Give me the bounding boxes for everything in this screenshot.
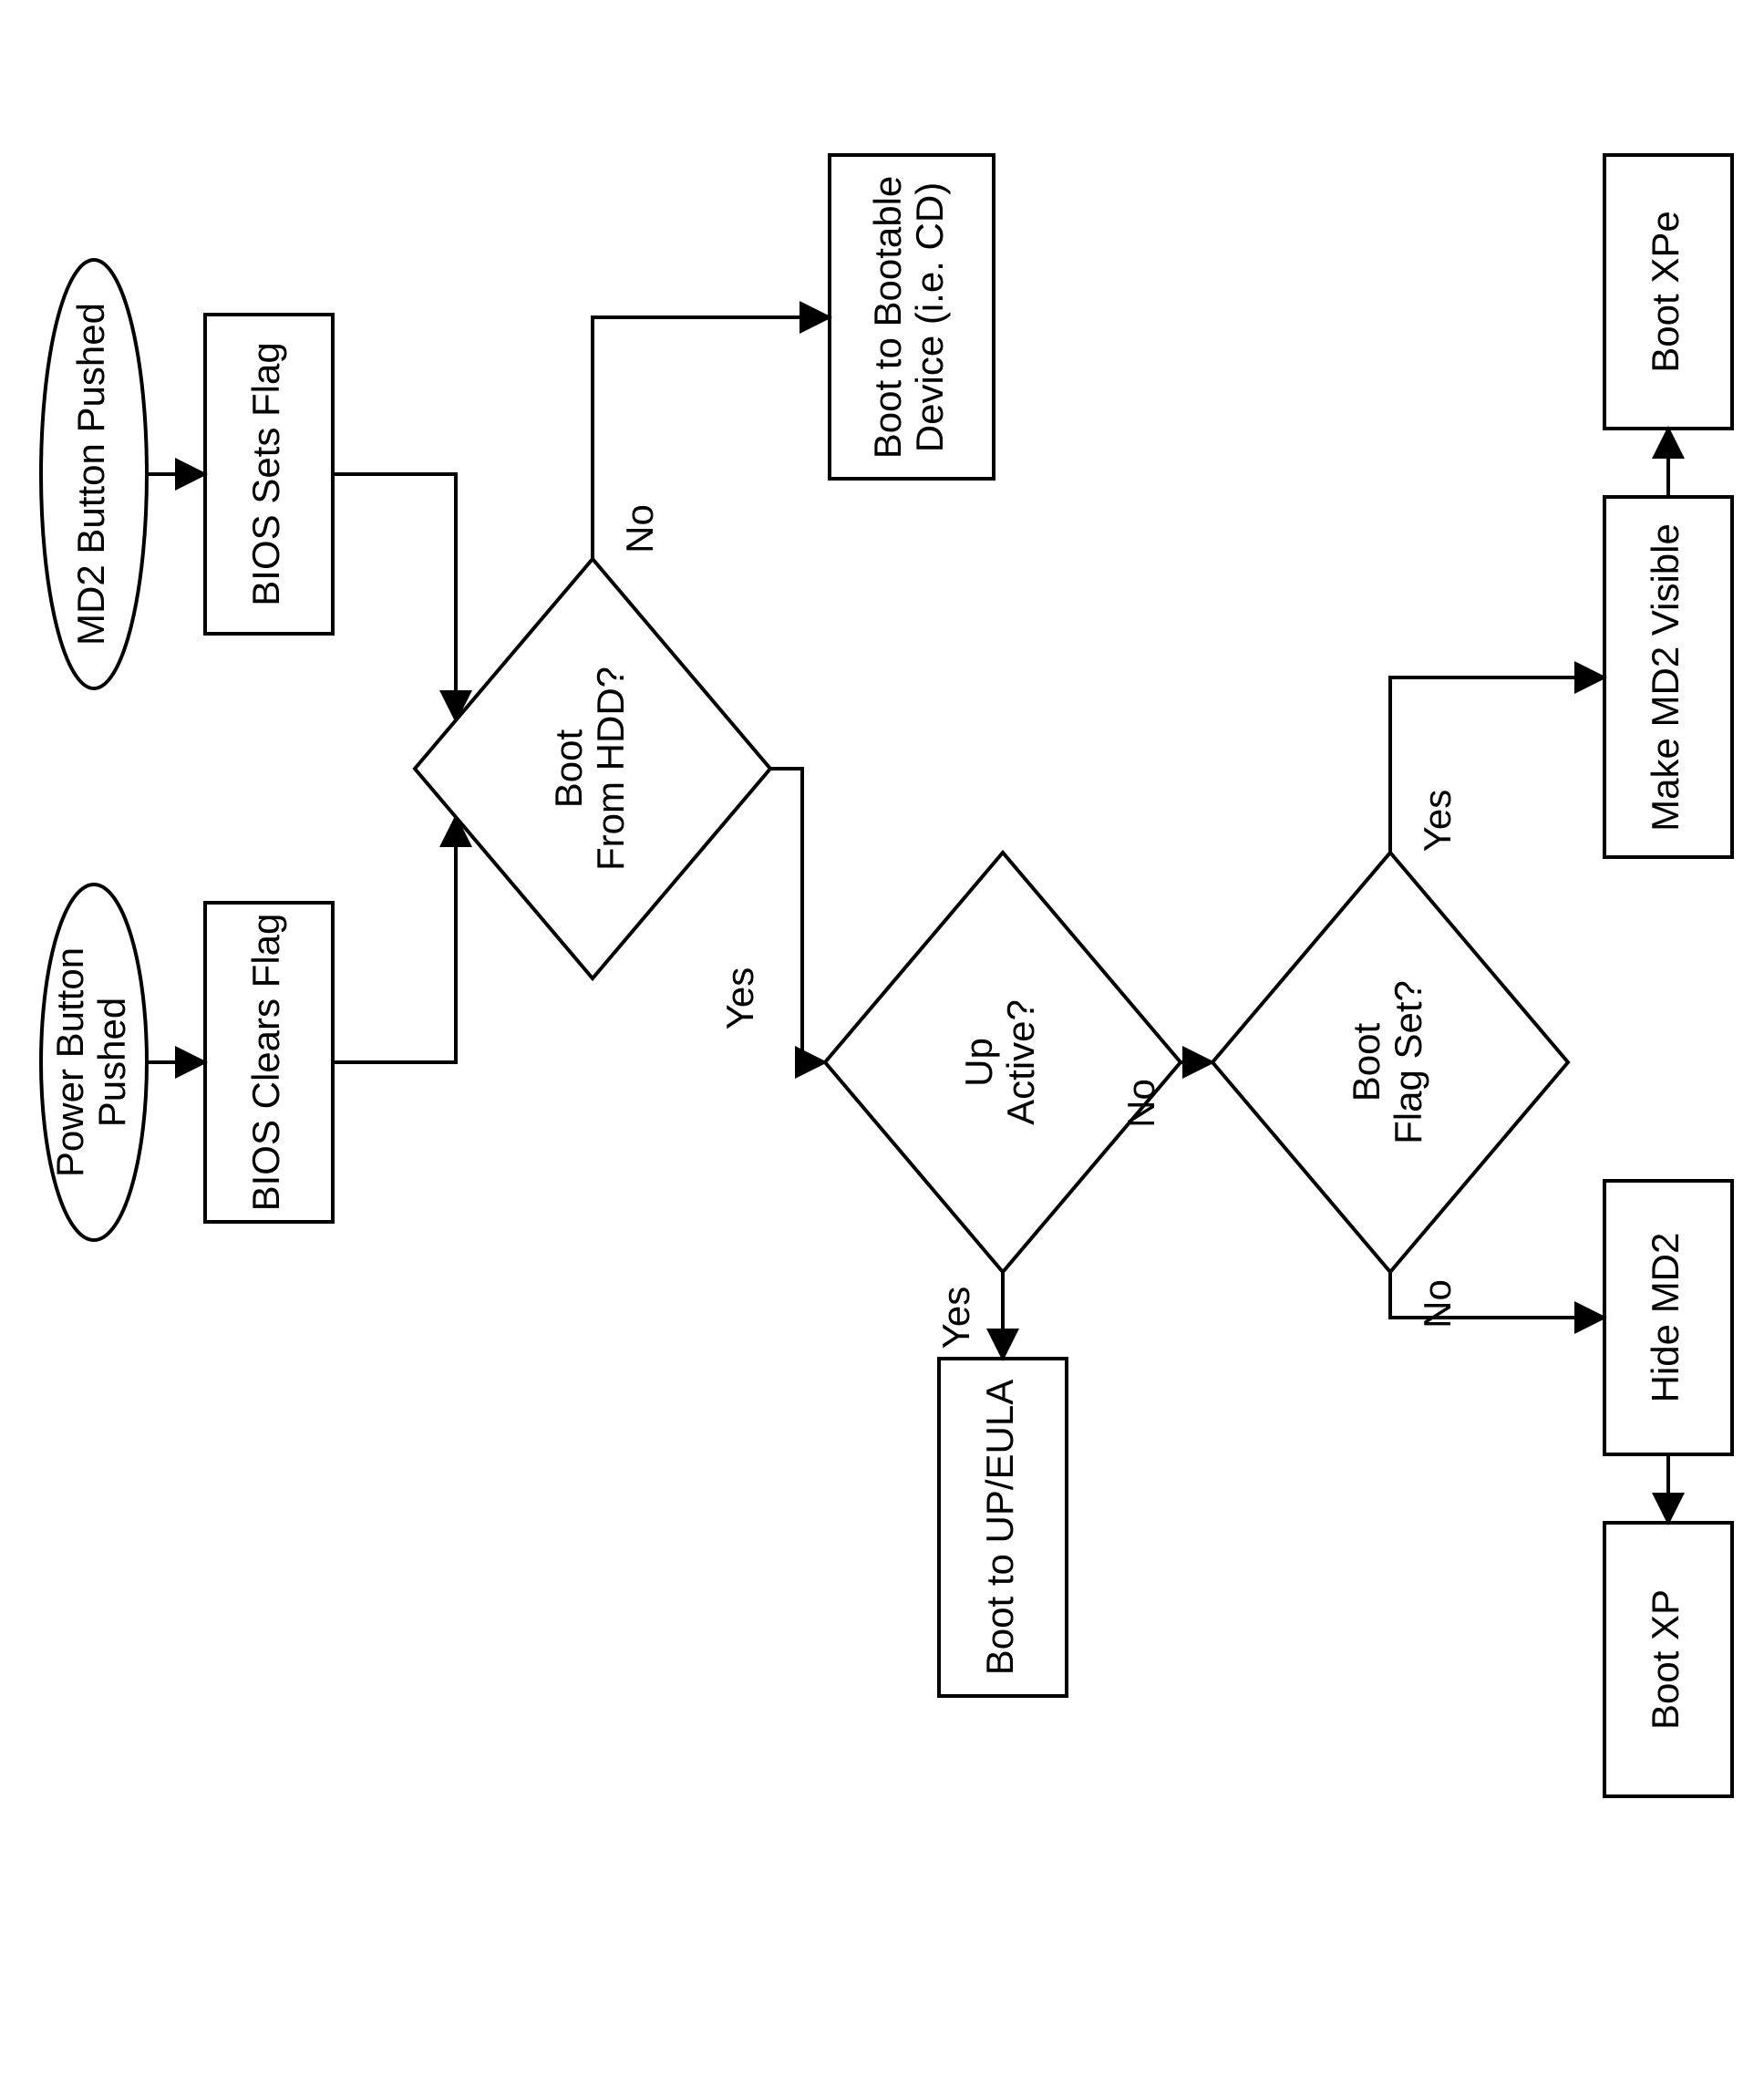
node-label: Boot XP: [1644, 1589, 1687, 1730]
node-bios-sets-flag: BIOS Sets Flag: [205, 315, 333, 634]
edge-label-no: No: [1119, 1079, 1162, 1128]
node-make-md2-visible: Make MD2 Visible: [1604, 497, 1732, 857]
node-label: Hide MD2: [1644, 1233, 1687, 1403]
node-label-line1: Power Button: [48, 947, 91, 1177]
node-label-line1: Boot: [547, 729, 590, 808]
edge-label-yes: Yes: [718, 967, 761, 1030]
node-label-line1: Boot to Bootable: [866, 176, 909, 460]
edge-label-no: No: [1416, 1279, 1459, 1329]
node-label-line2: Active?: [999, 999, 1042, 1125]
node-label: Boot XPe: [1644, 211, 1687, 372]
node-label: BIOS Sets Flag: [244, 342, 287, 605]
node-label: MD2 Button Pushed: [69, 303, 112, 646]
node-md2-button-pushed: MD2 Button Pushed: [41, 260, 147, 688]
node-label-line2: From HDD?: [589, 667, 632, 871]
node-boot-xpe: Boot XPe: [1604, 155, 1732, 429]
node-boot-to-up-eula: Boot to UP/EULA: [939, 1359, 1067, 1696]
edge: [333, 474, 456, 720]
node-boot-to-bootable-device: Boot to Bootable Device (i.e. CD): [830, 155, 994, 479]
node-label: Boot to UP/EULA: [978, 1380, 1021, 1676]
node-label: Make MD2 Visible: [1644, 523, 1687, 832]
edge: [333, 817, 456, 1062]
node-boot-xp: Boot XP: [1604, 1523, 1732, 1796]
edge-label-yes: Yes: [934, 1287, 977, 1350]
edge-label-yes: Yes: [1416, 790, 1459, 853]
node-boot-from-hdd: Boot From HDD?: [415, 559, 770, 978]
node-bios-clears-flag: BIOS Clears Flag: [205, 903, 333, 1222]
node-label-line2: Pushed: [90, 998, 133, 1127]
edge-label-no: No: [618, 504, 661, 553]
node-label-line2: Device (i.e. CD): [908, 182, 951, 452]
edge: [770, 769, 825, 1062]
flowchart-canvas: MD2 Button Pushed Power Button Pushed BI…: [0, 0, 1764, 2089]
node-label: BIOS Clears Flag: [244, 914, 287, 1212]
node-up-active: Up Active?: [825, 853, 1181, 1272]
node-label-line1: Up: [957, 1038, 1000, 1087]
node-hide-md2: Hide MD2: [1604, 1181, 1732, 1454]
node-power-button-pushed: Power Button Pushed: [41, 884, 147, 1240]
node-boot-flag-set: Boot Flag Set?: [1212, 853, 1568, 1272]
node-label-line2: Flag Set?: [1387, 980, 1429, 1144]
node-label-line1: Boot: [1345, 1022, 1387, 1101]
